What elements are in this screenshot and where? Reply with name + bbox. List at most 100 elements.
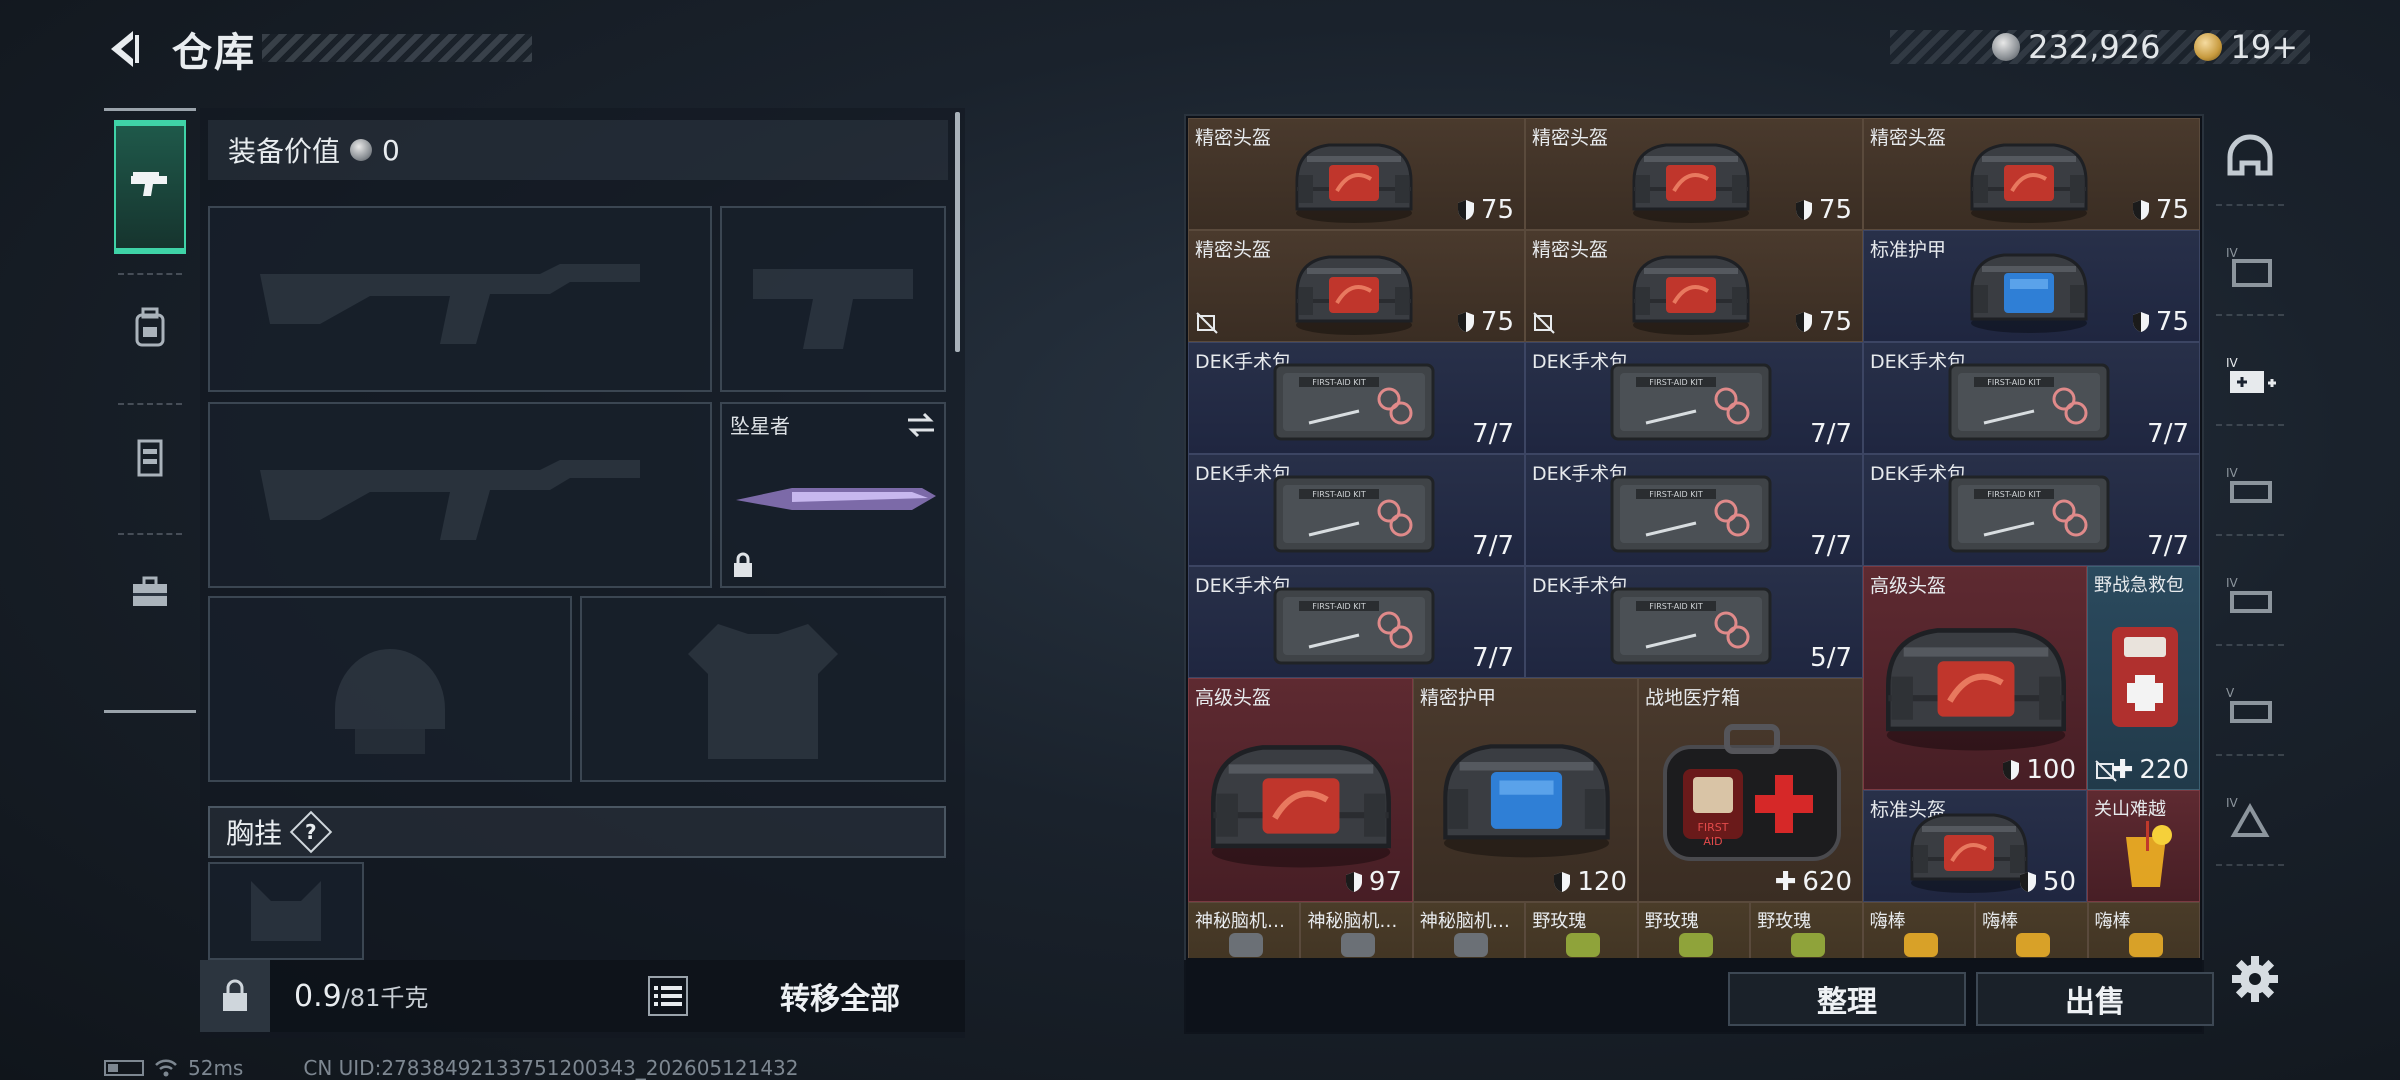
helmet-item-icon <box>1632 143 1750 223</box>
lock-icon <box>734 552 752 577</box>
storage-iv-icon: IV <box>2226 466 2272 503</box>
svg-text:V: V <box>2226 686 2235 700</box>
vest-icon <box>137 439 163 477</box>
inventory-item[interactable]: 精密头盔 75 <box>1188 118 1525 230</box>
help-button[interactable]: ? <box>289 810 333 854</box>
inventory-item[interactable]: 野玫瑰 <box>1525 902 1638 958</box>
rifle-silhouette-icon <box>260 264 640 344</box>
storage-iv-icon: IV <box>2226 796 2270 837</box>
list-view-button[interactable] <box>648 976 688 1016</box>
helmet-item-icon <box>1632 255 1750 335</box>
inventory-item[interactable]: 野战急救包 ✚ 220 <box>2087 566 2200 790</box>
svg-text:FIRST-AID KIT: FIRST-AID KIT <box>1312 378 1366 387</box>
inventory-item[interactable]: 标准护甲 75 <box>1863 230 2200 342</box>
inventory-item[interactable]: 精密头盔 75 <box>1863 118 2200 230</box>
inventory-item[interactable]: 嗨棒 <box>2087 902 2200 958</box>
storage-iv-icon: IV <box>2226 246 2272 287</box>
inventory-item[interactable]: 精密头盔 75 <box>1525 230 1863 342</box>
back-button[interactable] <box>100 24 150 74</box>
inventory-footer: 整理 出售 <box>1184 960 2214 1034</box>
inventory-item[interactable]: 战地医疗箱 FIRST AID ✚ 620 <box>1638 678 1863 902</box>
sidearm-slot[interactable] <box>720 206 946 392</box>
helmet-item-icon <box>1295 255 1413 335</box>
back-arrow-icon <box>111 31 139 67</box>
tab-case[interactable] <box>114 543 186 643</box>
inventory-item[interactable]: DEK手术包 FIRST-AID KIT 7/7 <box>1863 454 2200 566</box>
equipment-value: 装备价值 0 <box>208 120 948 180</box>
top-bar: 仓库 232,926 19+ <box>0 0 2400 100</box>
sort-button[interactable]: 整理 <box>1728 972 1966 1026</box>
tab-storage-5[interactable]: IV <box>2216 774 2284 866</box>
durability-icon <box>2019 872 2036 892</box>
helmet-item-icon <box>1295 143 1413 223</box>
inventory-item[interactable]: DEK手术包 FIRST-AID KIT 7/7 <box>1525 454 1863 566</box>
inventory-item[interactable]: 关山难越 <box>2087 790 2200 902</box>
inventory-item[interactable]: 野玫瑰 <box>1750 902 1863 958</box>
secondary-weapon-slot[interactable] <box>208 402 712 588</box>
inventory-item[interactable]: DEK手术包 FIRST-AID KIT 7/7 <box>1863 342 2200 454</box>
tab-storage-3[interactable]: IV <box>2216 554 2284 646</box>
inventory-item[interactable]: 精密头盔 75 <box>1525 118 1863 230</box>
inventory-item[interactable]: DEK手术包 FIRST-AID KIT 7/7 <box>1188 342 1525 454</box>
inventory-item[interactable]: 嗨棒 <box>1975 902 2088 958</box>
inventory-item[interactable]: 标准头盔 50 <box>1863 790 2087 902</box>
inventory-category-tabs: IV IV IV IV V IV <box>2208 114 2292 1034</box>
inventory-item[interactable]: 精密护甲 120 <box>1413 678 1638 902</box>
currency-bar: 232,926 19+ <box>1890 28 2310 66</box>
tab-storage-2[interactable]: IV <box>2216 444 2284 536</box>
helmet-slot[interactable] <box>208 596 572 782</box>
surgery-kit-icon: FIRST-AID KIT <box>1610 363 1772 441</box>
chest-rig-slot[interactable] <box>208 862 364 960</box>
inventory-item[interactable]: 神秘脑机… <box>1412 902 1526 958</box>
transfer-all-button[interactable]: 转移全部 <box>730 968 950 1024</box>
settings-button[interactable] <box>2228 952 2282 1006</box>
svg-text:FIRST-AID KIT: FIRST-AID KIT <box>1649 378 1703 387</box>
inventory-item[interactable]: 高级头盔 100 <box>1863 566 2087 790</box>
inventory-item[interactable]: 野玫瑰 <box>1637 902 1751 958</box>
svg-text:IV: IV <box>2226 576 2239 590</box>
briefcase-icon <box>133 576 167 606</box>
uid-text: CN UID:2783849213375120034­3_20260512143… <box>303 1056 799 1080</box>
no-repair-icon <box>1533 312 1555 334</box>
svg-text:FIRST-AID KIT: FIRST-AID KIT <box>1987 378 2041 387</box>
item-thumbnail-icon <box>1341 933 1376 957</box>
durability-icon <box>2132 200 2149 220</box>
surgery-kit-icon: FIRST-AID KIT <box>1610 587 1772 665</box>
item-thumbnail-icon <box>1791 933 1826 957</box>
ping-text: 52ms <box>188 1056 244 1080</box>
inventory-item[interactable]: 精密头盔 75 <box>1188 230 1525 342</box>
tab-storage-4[interactable]: V <box>2216 664 2284 756</box>
armor-slot[interactable] <box>580 596 946 782</box>
tab-backpack[interactable] <box>114 278 186 378</box>
inventory-item[interactable]: 嗨棒 <box>1862 902 1976 958</box>
safebox-button[interactable] <box>200 960 270 1032</box>
inventory-item[interactable]: 神秘脑机… <box>1300 902 1413 958</box>
chest-rig-label: 胸挂 <box>226 817 283 850</box>
wifi-icon <box>155 1059 177 1077</box>
inventory-item[interactable]: 高级头盔 97 <box>1188 678 1413 902</box>
sell-button[interactable]: 出售 <box>1976 972 2214 1026</box>
coin-icon <box>350 139 373 161</box>
svg-text:IV: IV <box>2226 796 2239 810</box>
tab-storage-1[interactable]: IV <box>2216 224 2284 316</box>
inventory-item[interactable]: DEK手术包 FIRST-AID KIT 7/7 <box>1188 566 1525 678</box>
inventory-item[interactable]: DEK手术包 FIRST-AID KIT 7/7 <box>1525 342 1863 454</box>
inventory-item[interactable]: 神秘脑机… <box>1188 902 1301 958</box>
tab-all[interactable] <box>2216 114 2284 206</box>
tab-vest[interactable] <box>114 408 186 508</box>
medical-category-icon: IV <box>2226 356 2276 393</box>
durability-icon <box>1554 872 1571 892</box>
swap-icon[interactable] <box>906 412 936 438</box>
token-amount[interactable]: 19+ <box>2230 28 2298 66</box>
primary-weapon-slot[interactable] <box>208 206 712 392</box>
armor-silhouette-icon <box>688 624 838 759</box>
melee-slot[interactable]: 坠星者 <box>720 402 946 588</box>
inventory-item[interactable]: DEK手术包 FIRST-AID KIT 5/7 <box>1525 566 1863 678</box>
tab-weapons[interactable] <box>114 120 186 254</box>
equipment-scrollbar[interactable] <box>955 112 960 352</box>
tab-medical[interactable]: IV <box>2216 334 2284 426</box>
inventory-item[interactable]: DEK手术包 FIRST-AID KIT 7/7 <box>1188 454 1525 566</box>
svg-text:IV: IV <box>2226 356 2239 370</box>
durability-icon <box>1457 312 1474 332</box>
item-thumbnail-icon <box>2016 933 2051 957</box>
